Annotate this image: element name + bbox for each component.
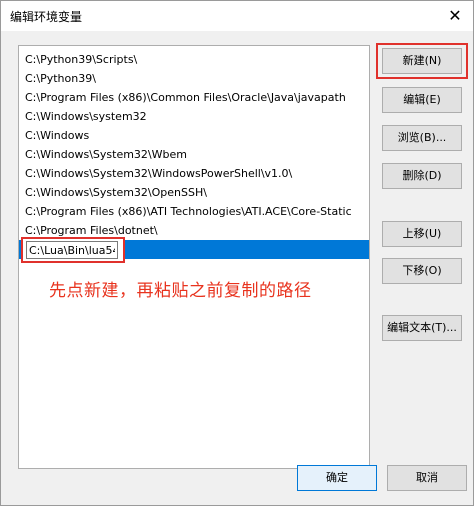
title-bar: 编辑环境变量 ✕ <box>1 1 473 31</box>
list-item[interactable]: C:\Windows <box>19 126 369 145</box>
edit-env-variable-dialog: 编辑环境变量 ✕ C:\Python39\Scripts\ C:\Python3… <box>0 0 474 506</box>
move-up-button[interactable]: 上移(U) <box>382 221 462 247</box>
move-down-button[interactable]: 下移(O) <box>382 258 462 284</box>
list-item[interactable]: C:\Program Files (x86)\Common Files\Orac… <box>19 88 369 107</box>
list-item[interactable]: C:\Python39\ <box>19 69 369 88</box>
list-item[interactable]: C:\Windows\System32\OpenSSH\ <box>19 183 369 202</box>
list-item[interactable]: C:\Python39\Scripts\ <box>19 50 369 69</box>
new-button[interactable]: 新建(N) <box>382 48 462 74</box>
browse-button[interactable]: 浏览(B)... <box>382 125 462 151</box>
instruction-annotation: 先点新建，再粘贴之前复制的路径 <box>49 281 312 301</box>
cancel-button[interactable]: 取消 <box>387 465 467 491</box>
edit-button[interactable]: 编辑(E) <box>382 87 462 113</box>
window-title: 编辑环境变量 <box>10 10 83 24</box>
list-item[interactable]: C:\Windows\System32\Wbem <box>19 145 369 164</box>
path-edit-input[interactable] <box>26 241 118 259</box>
edit-text-button[interactable]: 编辑文本(T)... <box>382 315 462 341</box>
list-item[interactable]: C:\Windows\System32\WindowsPowerShell\v1… <box>19 164 369 183</box>
ok-button[interactable]: 确定 <box>297 465 377 491</box>
list-item[interactable]: C:\Windows\system32 <box>19 107 369 126</box>
close-icon[interactable]: ✕ <box>443 5 467 27</box>
list-item[interactable]: C:\Program Files (x86)\ATI Technologies\… <box>19 202 369 221</box>
delete-button[interactable]: 删除(D) <box>382 163 462 189</box>
edit-highlight-frame <box>21 237 125 263</box>
